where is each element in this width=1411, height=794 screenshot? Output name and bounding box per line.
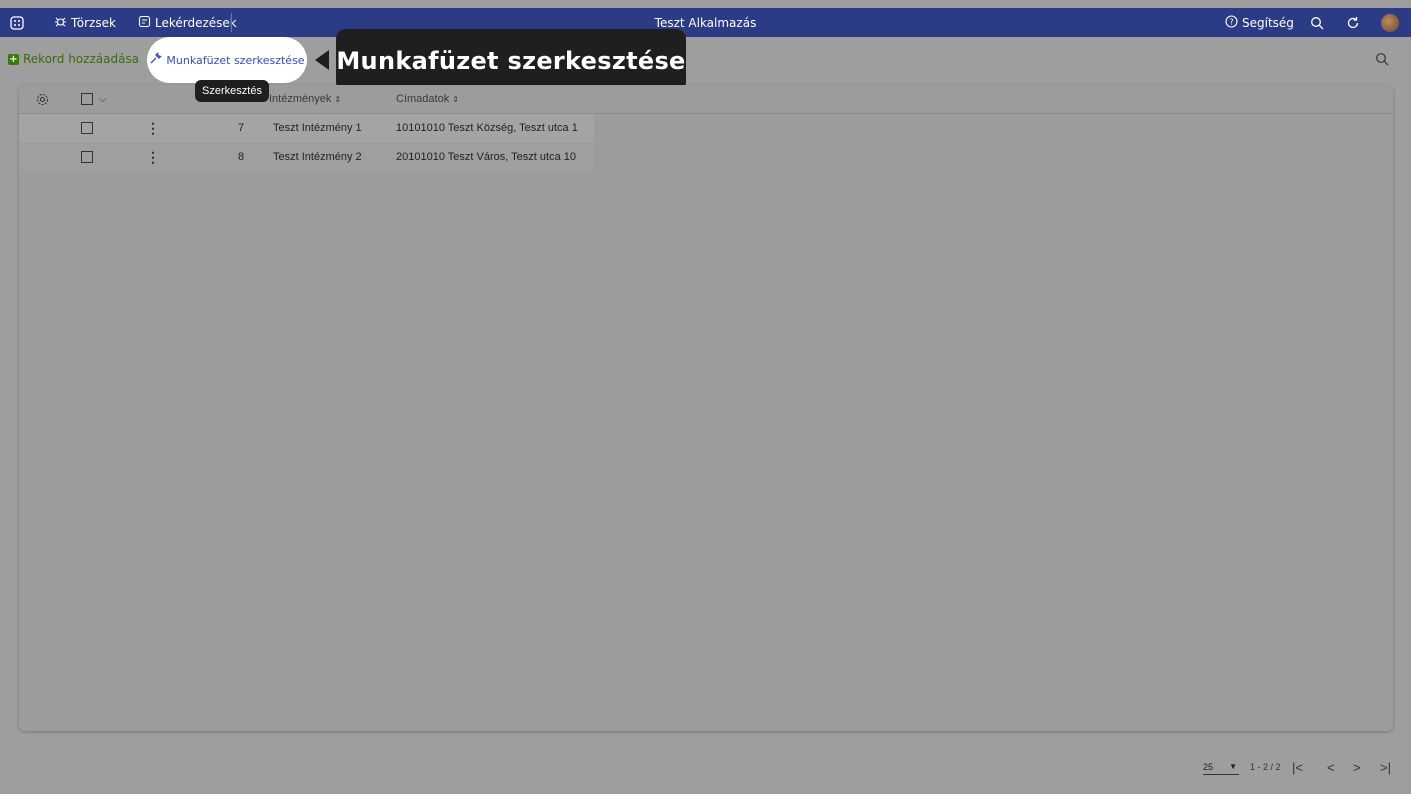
help-icon: ?: [1225, 14, 1238, 31]
row-address: 10101010 Teszt Község, Teszt utca 1: [396, 122, 578, 134]
sort-icon: ⇕: [334, 94, 342, 104]
caret-down-icon: ▼: [1229, 762, 1237, 771]
row-name: Teszt Intézmény 1: [273, 122, 362, 134]
table-row[interactable]: ⋮ 8 Teszt Intézmény 2 20101010 Teszt Vár…: [19, 143, 594, 171]
bug-icon: [54, 15, 67, 31]
nav-lekerdezesek[interactable]: Lekérdezések: [138, 8, 237, 37]
column-header-intezmenyek[interactable]: Intézmények ⇕: [269, 85, 341, 113]
help-label: Segítség: [1242, 15, 1294, 30]
plus-icon: +: [8, 53, 19, 65]
table-panel: ⌵ Intézmények ⇕ Címadatok ⇕ ⋮ 7 Teszt In…: [19, 85, 1393, 731]
prev-page-icon[interactable]: <: [1327, 760, 1335, 775]
callout-label: Munkafüzet szerkesztése: [336, 29, 686, 92]
wrench-icon: [149, 51, 163, 68]
nav-lekerdezesek-label: Lekérdezések: [155, 15, 237, 30]
user-avatar[interactable]: [1381, 8, 1399, 37]
top-bar: Törzsek Lekérdezések Teszt Alkalmazás ? …: [0, 8, 1411, 37]
topbar-divider: [231, 13, 232, 32]
search-icon[interactable]: [1310, 8, 1324, 37]
settings-icon[interactable]: [36, 85, 49, 113]
query-icon: [138, 15, 151, 31]
edit-workbook-label: Munkafüzet szerkesztése: [166, 53, 305, 67]
row-name: Teszt Intézmény 2: [273, 151, 362, 163]
help-button[interactable]: ? Segítség: [1225, 8, 1294, 37]
nav-torzsek[interactable]: Törzsek: [54, 8, 116, 37]
row-address: 20101010 Teszt Város, Teszt utca 10: [396, 151, 576, 163]
nav-torzsek-label: Törzsek: [71, 15, 116, 30]
column-header-cimadatok[interactable]: Címadatok ⇕: [396, 85, 459, 113]
column-header-label: Címadatok: [396, 93, 450, 105]
edit-workbook-button[interactable]: Munkafüzet szerkesztése: [147, 37, 307, 83]
page-size-select[interactable]: 25 ▼: [1203, 762, 1239, 775]
next-page-icon[interactable]: >: [1353, 760, 1361, 775]
add-record-button[interactable]: + Rekord hozzáadása: [8, 52, 139, 66]
search-icon[interactable]: [1375, 52, 1389, 71]
chevron-down-icon[interactable]: ⌵: [99, 94, 107, 105]
page-range: 1 - 2 / 2: [1250, 762, 1281, 772]
row-menu-icon[interactable]: ⋮: [146, 143, 160, 171]
row-checkbox[interactable]: [81, 143, 93, 171]
edit-tooltip: Szerkesztés: [195, 80, 269, 102]
refresh-icon[interactable]: [1346, 8, 1360, 37]
row-id: 8: [238, 151, 245, 163]
page-size-value: 25: [1203, 762, 1214, 772]
table-row[interactable]: ⋮ 7 Teszt Intézmény 1 10101010 Teszt Köz…: [19, 114, 594, 142]
row-checkbox[interactable]: [81, 114, 93, 142]
row-menu-icon[interactable]: ⋮: [146, 114, 160, 142]
add-record-label: Rekord hozzáadása: [23, 52, 140, 66]
first-page-icon[interactable]: |<: [1292, 760, 1303, 775]
svg-text:?: ?: [1229, 17, 1233, 26]
last-page-icon[interactable]: >|: [1380, 760, 1391, 775]
apps-grid-icon[interactable]: [10, 8, 24, 37]
sort-icon: ⇕: [452, 94, 459, 104]
select-all-checkbox[interactable]: ⌵: [81, 85, 107, 113]
callout-arrow: [315, 50, 329, 70]
column-header-label: Intézmények: [269, 93, 332, 105]
row-id: 7: [238, 122, 245, 134]
toolbar: + Rekord hozzáadása Munkafüzet szerkeszt…: [0, 29, 1411, 92]
